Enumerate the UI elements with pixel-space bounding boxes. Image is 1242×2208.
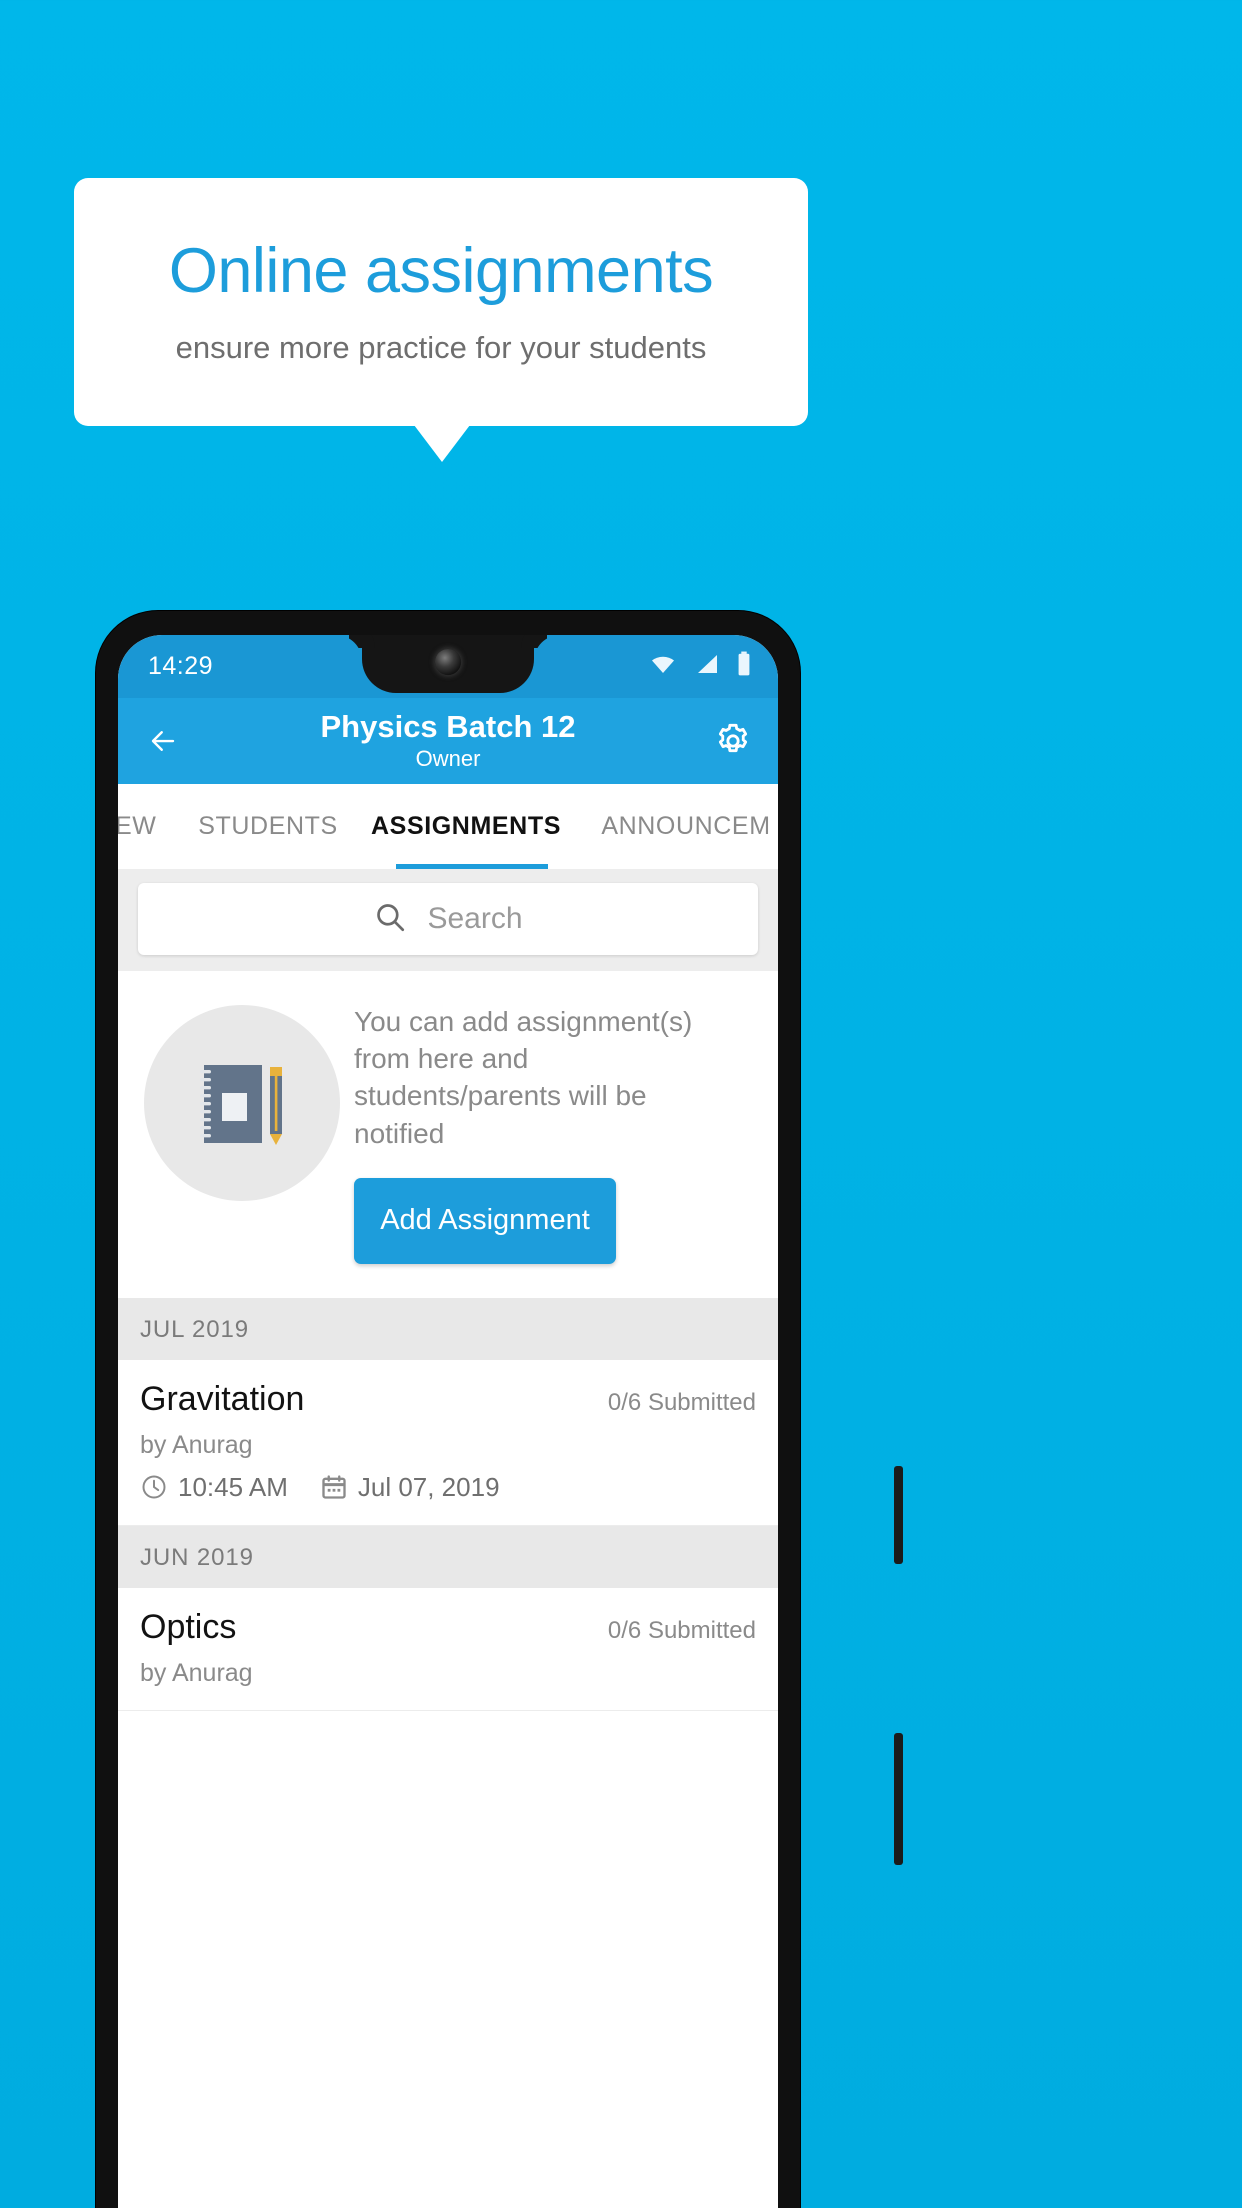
clock-icon <box>140 1473 168 1501</box>
assignment-submitted-count: 0/6 Submitted <box>607 1388 756 1416</box>
cellular-signal-icon <box>694 652 720 681</box>
phone-power-button[interactable] <box>894 1466 903 1564</box>
assignment-author: by Anurag <box>140 1658 253 1687</box>
phone-device-frame: 14:29 Physics Batch 12 Owner EW STUDENTS… <box>96 611 903 2208</box>
promo-callout-card: Online assignments ensure more practice … <box>74 178 808 426</box>
assignment-list-item[interactable]: Optics 0/6 Submitted by Anurag <box>118 1587 778 1711</box>
tab-bar: IEW STUDENTS ASSIGNMENTS ANNOUNCEM <box>118 784 778 869</box>
empty-state-content: You can add assignment(s) from here and … <box>354 999 758 1264</box>
page-title: Physics Batch 12 <box>320 708 576 744</box>
gear-icon[interactable] <box>710 718 756 764</box>
month-section-header: JUN 2019 <box>118 1525 778 1588</box>
page-subtitle: Owner <box>415 745 481 771</box>
tab-students[interactable]: STUDENTS <box>180 812 356 841</box>
search-icon <box>373 900 407 939</box>
battery-icon <box>736 651 752 682</box>
app-bar: Physics Batch 12 Owner <box>118 698 778 784</box>
promo-subtitle: ensure more practice for your students <box>175 330 707 366</box>
phone-volume-button[interactable] <box>894 1733 903 1865</box>
assignment-list-item[interactable]: Gravitation 0/6 Submitted by Anurag 10:4… <box>118 1359 778 1526</box>
assignment-title: Gravitation <box>140 1379 305 1418</box>
assignment-date: Jul 07, 2019 <box>357 1471 500 1502</box>
promo-callout-tail <box>414 425 470 462</box>
search-input[interactable]: Search <box>138 883 758 955</box>
status-bar-icons <box>648 651 752 682</box>
tab-active-indicator <box>396 864 548 869</box>
search-bar-container: Search <box>118 869 778 971</box>
empty-state-message: You can add assignment(s) from here and … <box>354 1006 693 1149</box>
assignment-author: by Anurag <box>140 1430 253 1459</box>
tab-overview[interactable]: IEW <box>118 812 180 841</box>
front-camera-lens <box>435 649 461 675</box>
assignment-submitted-count: 0/6 Submitted <box>607 1616 756 1644</box>
tab-assignments[interactable]: ASSIGNMENTS <box>356 812 576 841</box>
assignment-row-top: Gravitation 0/6 Submitted <box>140 1380 756 1419</box>
status-bar-clock: 14:29 <box>148 652 214 680</box>
phone-screen: 14:29 Physics Batch 12 Owner EW STUDENTS… <box>118 635 778 2208</box>
assignment-title: Optics <box>140 1607 237 1646</box>
status-bar: 14:29 <box>118 635 778 698</box>
empty-state-card: You can add assignment(s) from here and … <box>118 971 778 1298</box>
month-section-header: JUL 2019 <box>118 1297 778 1360</box>
assignment-row-top: Optics 0/6 Submitted <box>140 1608 756 1647</box>
calendar-icon <box>320 1473 348 1501</box>
display-notch <box>362 635 534 693</box>
assignment-time: 10:45 AM <box>178 1471 288 1502</box>
promo-title: Online assignments <box>168 235 714 306</box>
back-arrow-icon[interactable] <box>140 718 186 764</box>
notebook-and-pen-icon <box>144 1005 340 1201</box>
app-bar-title-block: Physics Batch 12 Owner <box>118 708 778 772</box>
assignment-meta: 10:45 AM Jul 07, 2019 <box>140 1472 756 1503</box>
tab-announcements[interactable]: ANNOUNCEM <box>576 812 778 841</box>
wifi-icon <box>648 652 678 681</box>
add-assignment-button[interactable]: Add Assignment <box>354 1177 616 1264</box>
search-placeholder-text: Search <box>427 902 523 935</box>
